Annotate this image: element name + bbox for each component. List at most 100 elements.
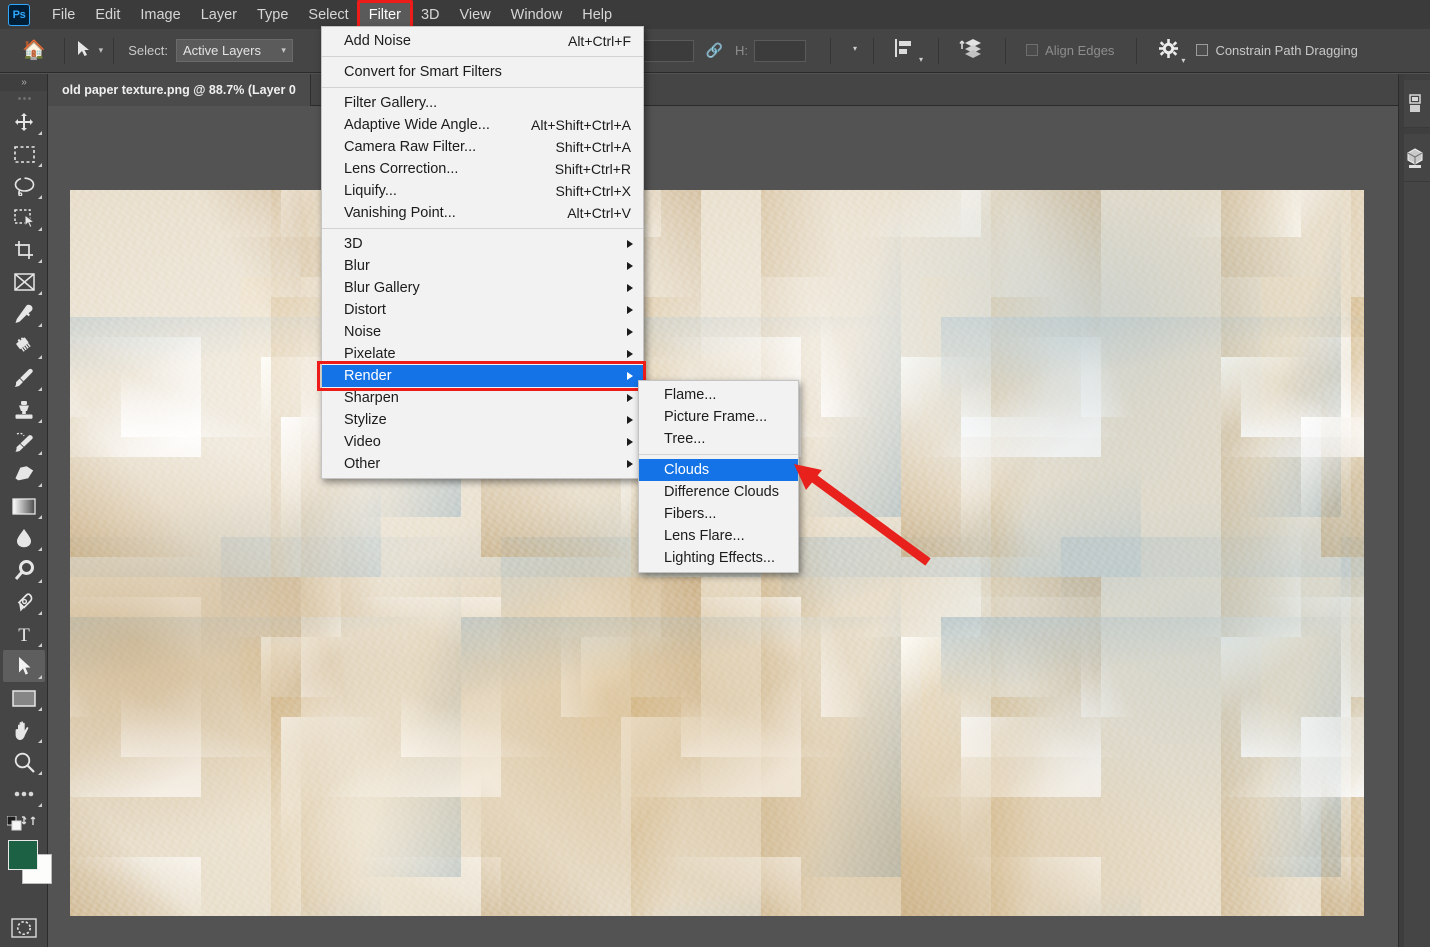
menubar-item-edit[interactable]: Edit [85, 3, 130, 27]
hand-tool[interactable] [3, 714, 45, 746]
path-selection-arrow-icon[interactable] [77, 40, 90, 62]
render-menu-item-flame[interactable]: Flame... [639, 384, 798, 406]
divider [1005, 37, 1007, 64]
menubar-item-image[interactable]: Image [130, 3, 190, 27]
filter-menu-item-add-noise[interactable]: Add Noise Alt+Ctrl+F [322, 30, 643, 52]
filter-menu-item-distort[interactable]: Distort [322, 299, 643, 321]
filter-menu-item-adaptive-wide-angle[interactable]: Adaptive Wide Angle... Alt+Shift+Ctrl+A [322, 114, 643, 136]
filter-menu-item-video[interactable]: Video [322, 431, 643, 453]
frame-tool[interactable] [3, 266, 45, 298]
menu-item-label: Blur Gallery [344, 280, 420, 296]
spot-healing-brush-tool[interactable] [3, 330, 45, 362]
filter-menu-item-vanishing-point[interactable]: Vanishing Point... Alt+Ctrl+V [322, 202, 643, 224]
default-colors-icon[interactable] [6, 815, 22, 831]
gradient-tool[interactable] [3, 490, 45, 522]
menu-item-label: Blur [344, 258, 370, 274]
menu-item-shortcut: Alt+Shift+Ctrl+A [531, 117, 631, 133]
menu-item-label: Camera Raw Filter... [344, 139, 477, 155]
render-menu-item-clouds[interactable]: Clouds [639, 459, 798, 481]
panel-edge [1399, 74, 1404, 947]
swap-colors-icon[interactable] [21, 814, 36, 831]
filter-menu-item-lens-correction[interactable]: Lens Correction... Shift+Ctrl+R [322, 158, 643, 180]
render-menu-item-lighting-effects[interactable]: Lighting Effects... [639, 547, 798, 569]
menu-item-label: Adaptive Wide Angle... [344, 117, 490, 133]
filter-menu-item-other[interactable]: Other [322, 453, 643, 475]
tools-panel-drag-handle[interactable] [0, 91, 47, 106]
filter-menu-item-render[interactable]: Render [317, 361, 646, 391]
clone-stamp-tool[interactable] [3, 394, 45, 426]
blur-tool[interactable] [3, 522, 45, 554]
filter-menu-item-noise[interactable]: Noise [322, 321, 643, 343]
rectangular-marquee-tool[interactable] [3, 138, 45, 170]
menu-item-label: Clouds [664, 462, 710, 478]
filter-menu-item-convert-for-smart-filters[interactable]: Convert for Smart Filters [322, 61, 643, 83]
render-menu-item-difference-clouds[interactable]: Difference Clouds [639, 481, 798, 503]
zoom-tool[interactable] [3, 746, 45, 778]
align-edges-checkbox[interactable]: Align Edges [1026, 43, 1114, 58]
menubar-item-type[interactable]: Type [247, 3, 298, 27]
width-input[interactable] [641, 39, 694, 62]
filter-menu-item-pixelate[interactable]: Pixelate [322, 343, 643, 365]
render-submenu[interactable]: Flame... Picture Frame... Tree... Clouds Dif… [638, 380, 799, 573]
menubar-item-filter[interactable]: Filter [356, 0, 414, 30]
edit-toolbar-tool[interactable] [3, 778, 45, 810]
submenu-arrow-icon [627, 394, 633, 402]
menu-item-label: Noise [344, 324, 382, 340]
render-menu-item-tree[interactable]: Tree... [639, 428, 798, 450]
filter-menu-item-camera-raw-filter[interactable]: Camera Raw Filter... Shift+Ctrl+A [322, 136, 643, 158]
lasso-tool[interactable] [3, 170, 45, 202]
path-arrangement-icon[interactable] [959, 37, 985, 64]
path-alignment-icon[interactable]: ▾ [894, 38, 923, 64]
object-selection-tool[interactable] [3, 202, 45, 234]
tool-preset-chevron-down-icon[interactable]: ▾ [99, 45, 104, 56]
move-tool[interactable] [3, 106, 45, 138]
foreground-color-swatch[interactable] [8, 840, 38, 870]
svg-text:T: T [18, 625, 30, 644]
filter-menu-item-filter-gallery[interactable]: Filter Gallery... [322, 92, 643, 114]
quick-mask-icon[interactable] [3, 912, 45, 944]
filter-menu-item-blur-gallery[interactable]: Blur Gallery [322, 277, 643, 299]
brush-tool[interactable] [3, 362, 45, 394]
document-tab[interactable]: old paper texture.png @ 88.7% (Layer 0 [48, 74, 311, 106]
menubar-item-file[interactable]: File [42, 3, 85, 27]
constrain-path-dragging-checkbox[interactable]: Constrain Path Dragging [1196, 43, 1358, 58]
menubar-item-view[interactable]: View [450, 3, 501, 27]
filter-menu-item-sharpen[interactable]: Sharpen [322, 387, 643, 409]
render-menu-item-fibers[interactable]: Fibers... [639, 503, 798, 525]
link-chain-icon[interactable]: 🔗 [706, 42, 723, 59]
menu-item-label: Lighting Effects... [664, 550, 775, 566]
render-menu-item-lens-flare[interactable]: Lens Flare... [639, 525, 798, 547]
filter-menu-item-3d[interactable]: 3D [322, 233, 643, 255]
gear-icon[interactable]: ▾ [1159, 38, 1185, 65]
rectangle-tool[interactable] [3, 682, 45, 714]
menubar-item-layer[interactable]: Layer [191, 3, 247, 27]
menu-item-label: Difference Clouds [664, 484, 779, 500]
render-menu-item-picture-frame[interactable]: Picture Frame... [639, 406, 798, 428]
menubar-item-3d[interactable]: 3D [411, 3, 450, 27]
crop-tool[interactable] [3, 234, 45, 266]
menu-item-label: Lens Correction... [344, 161, 459, 177]
filter-menu-item-liquify[interactable]: Liquify... Shift+Ctrl+X [322, 180, 643, 202]
menu-item-label: Video [344, 434, 381, 450]
type-tool[interactable]: T [3, 618, 45, 650]
dodge-tool[interactable] [3, 554, 45, 586]
eyedropper-tool[interactable] [3, 298, 45, 330]
height-input[interactable] [754, 39, 807, 62]
history-brush-tool[interactable] [3, 426, 45, 458]
menu-item-label: Distort [344, 302, 386, 318]
tools-panel-collapse-button[interactable]: » [0, 74, 47, 91]
home-icon[interactable]: 🏠 [22, 41, 46, 60]
pen-tool[interactable] [3, 586, 45, 618]
filter-menu-item-blur[interactable]: Blur [322, 255, 643, 277]
select-dropdown[interactable]: Active Layers ▾ [175, 39, 293, 62]
checkbox-box [1026, 44, 1039, 56]
filter-menu-dropdown[interactable]: Add Noise Alt+Ctrl+F Convert for Smart Fil… [317, 26, 646, 479]
menu-item-label: Filter Gallery... [344, 95, 438, 111]
filter-menu-item-stylize[interactable]: Stylize [322, 409, 643, 431]
menubar-item-select[interactable]: Select [298, 3, 358, 27]
menubar-item-window[interactable]: Window [501, 3, 573, 27]
submenu-arrow-icon [627, 262, 633, 270]
menubar-item-help[interactable]: Help [572, 3, 622, 27]
eraser-tool[interactable] [3, 458, 45, 490]
path-selection-tool[interactable] [3, 650, 45, 682]
